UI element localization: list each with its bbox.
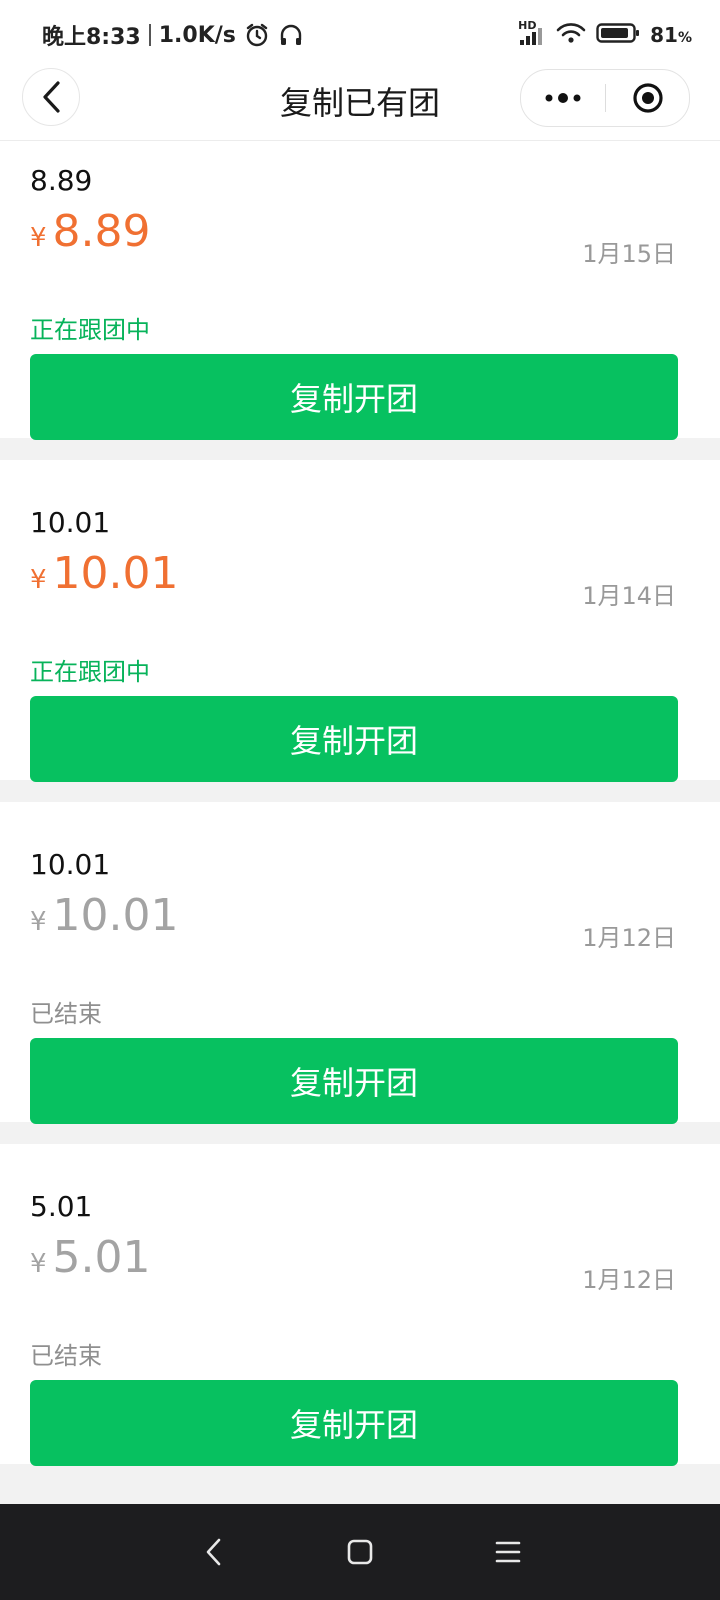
more-button[interactable] (521, 70, 605, 126)
price-value: 8.89 (52, 206, 151, 257)
currency-symbol: ¥ (30, 1249, 47, 1279)
status-left: 晚上8:33 1.0K/s (42, 18, 304, 52)
system-back-button[interactable] (186, 1524, 242, 1580)
status-separator (148, 24, 151, 46)
group-price: ¥ 5.01 (30, 1232, 151, 1283)
system-nav-bar (0, 1504, 720, 1600)
close-button[interactable] (606, 70, 689, 126)
copy-start-group-button[interactable]: 复制开团 (30, 1038, 678, 1124)
group-card: 10.01 ¥ 10.01 1月12日 已结束 复制开团 (0, 802, 720, 1124)
sys-home-icon (346, 1538, 374, 1566)
group-list: 8.89 ¥ 8.89 1月15日 正在跟团中 复制开团 10.01 ¥ 10.… (0, 141, 720, 1486)
currency-symbol: ¥ (30, 907, 47, 937)
battery-level: 81% (650, 23, 692, 47)
group-card: 10.01 ¥ 10.01 1月14日 正在跟团中 复制开团 (0, 460, 720, 782)
status-speed: 1.0K/s (158, 22, 236, 48)
group-card: 8.89 ¥ 8.89 1月15日 正在跟团中 复制开团 (0, 141, 720, 440)
group-date: 1月14日 (582, 582, 676, 610)
group-price: ¥ 10.01 (30, 548, 179, 599)
sys-menu-icon (494, 1539, 522, 1565)
group-price: ¥ 10.01 (30, 890, 179, 941)
group-name: 10.01 (30, 848, 111, 881)
system-home-button[interactable] (332, 1524, 388, 1580)
price-value: 5.01 (52, 1232, 151, 1283)
currency-symbol: ¥ (30, 223, 47, 253)
currency-symbol: ¥ (30, 565, 47, 595)
group-name: 10.01 (30, 506, 111, 539)
menu-capsule (520, 69, 690, 127)
network-label: HD (518, 19, 537, 32)
headset-icon (278, 22, 304, 48)
more-dots-icon (543, 92, 583, 104)
group-date: 1月12日 (582, 924, 676, 952)
group-status: 已结束 (30, 1000, 102, 1028)
group-name: 5.01 (30, 1190, 93, 1223)
target-close-icon (631, 81, 665, 115)
copy-start-group-button[interactable]: 复制开团 (30, 696, 678, 782)
group-date: 1月12日 (582, 1266, 676, 1294)
group-date: 1月15日 (582, 240, 676, 268)
status-right: HD 81% (508, 18, 692, 52)
price-value: 10.01 (52, 890, 179, 941)
battery-icon (596, 22, 640, 49)
status-time: 晚上8:33 (42, 25, 141, 50)
wifi-icon (556, 21, 586, 50)
group-status: 正在跟团中 (30, 658, 150, 686)
group-status: 正在跟团中 (30, 316, 150, 344)
group-price: ¥ 8.89 (30, 206, 151, 257)
alarm-icon (244, 22, 270, 48)
nav-bar: 复制已有团 (0, 66, 720, 141)
sys-back-icon (204, 1537, 224, 1567)
copy-start-group-button[interactable]: 复制开团 (30, 1380, 678, 1466)
group-list-area[interactable]: 8.89 ¥ 8.89 1月15日 正在跟团中 复制开团 10.01 ¥ 10.… (0, 141, 720, 1504)
status-bar: 晚上8:33 1.0K/s HD 81% (0, 0, 720, 66)
price-value: 10.01 (52, 548, 179, 599)
group-name: 8.89 (30, 164, 93, 197)
copy-start-group-button[interactable]: 复制开团 (30, 354, 678, 440)
group-card: 5.01 ¥ 5.01 1月12日 已结束 复制开团 (0, 1144, 720, 1466)
signal-icon: HD (518, 19, 546, 47)
group-status: 已结束 (30, 1342, 102, 1370)
system-menu-button[interactable] (480, 1524, 536, 1580)
